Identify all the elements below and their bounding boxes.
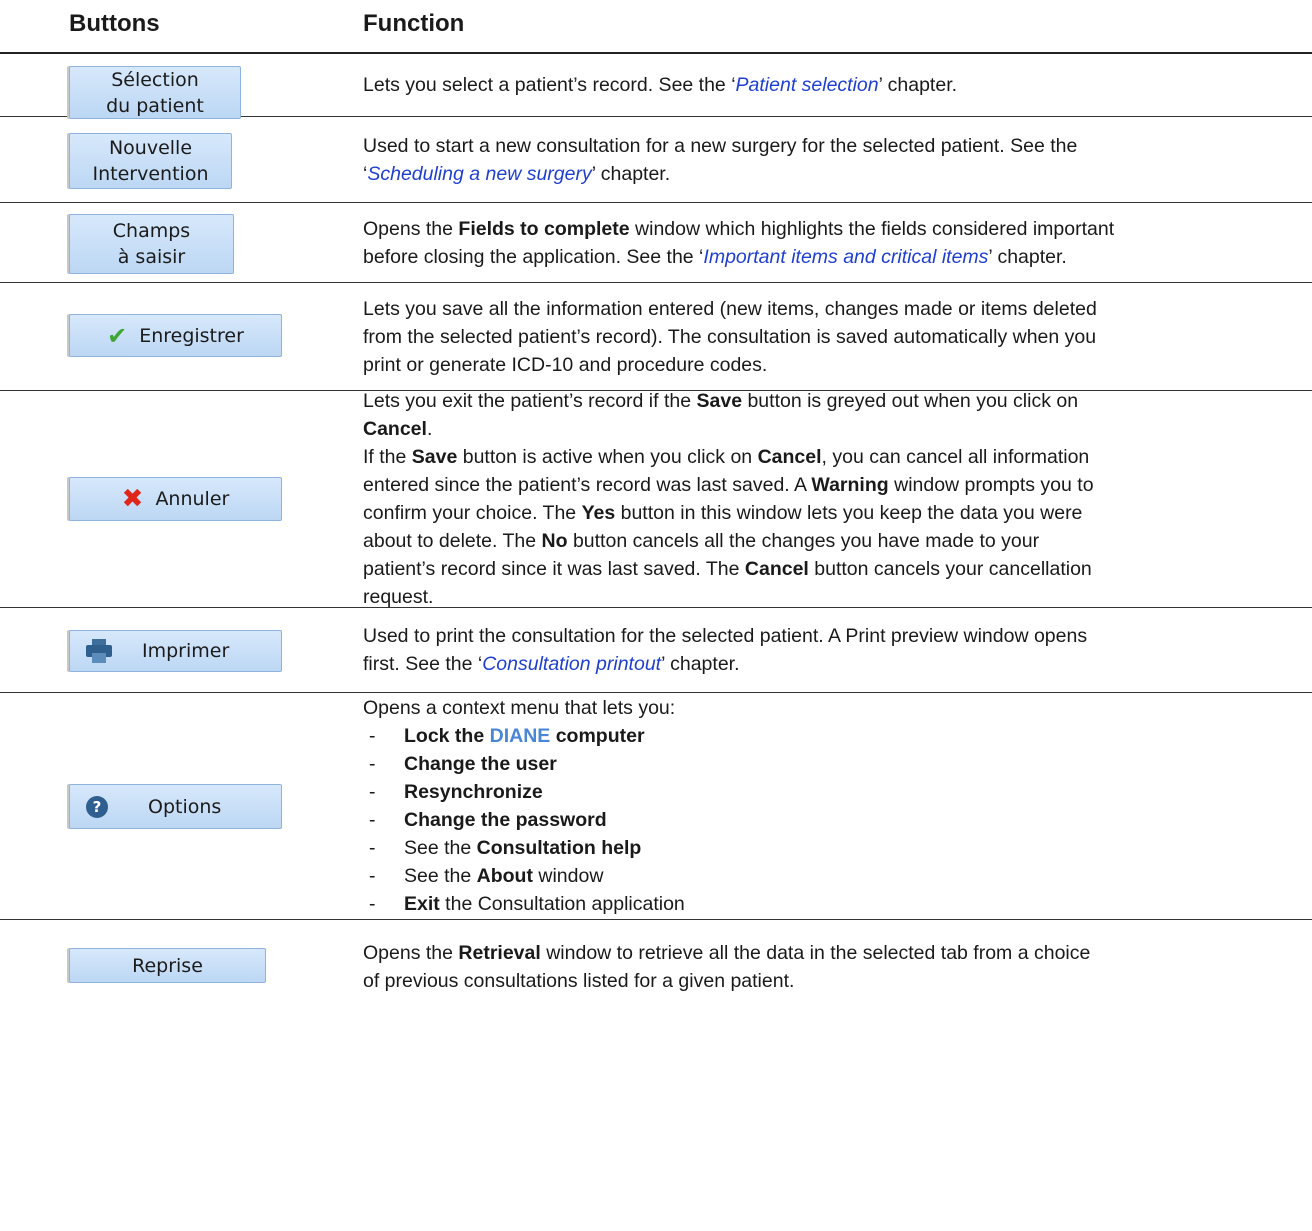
enregistrer-button[interactable]: ✔ Enregistrer [69, 314, 282, 357]
printer-icon [86, 639, 112, 663]
table-header: Buttons Function [0, 0, 1312, 54]
list-item: Change the password [363, 806, 1293, 834]
help-icon: ? [86, 795, 108, 818]
imprimer-button[interactable]: Imprimer [69, 630, 282, 672]
function-description: Opens the Retrieval window to retrieve a… [363, 942, 1091, 992]
link-consultation-printout[interactable]: Consultation printout [482, 653, 661, 675]
column-header-buttons: Buttons [69, 10, 160, 37]
function-description: Used to start a new consultation for a n… [363, 134, 1078, 185]
function-description: Lets you select a patient’s record. See … [363, 74, 958, 96]
check-icon: ✔ [107, 321, 128, 350]
column-header-function: Function [363, 10, 465, 37]
champs-a-saisir-button[interactable]: Champs à saisir [69, 214, 234, 274]
function-description: Lets you exit the patient’s record if th… [363, 390, 1094, 608]
nouvelle-intervention-button[interactable]: Nouvelle Intervention [69, 133, 232, 189]
function-description: Used to print the consultation for the s… [363, 625, 1088, 675]
annuler-button[interactable]: ✖ Annuler [69, 477, 282, 521]
function-description: Lets you save all the information entere… [363, 297, 1097, 376]
link-patient-selection[interactable]: Patient selection [736, 74, 879, 96]
table-row: Reprise Opens the Retrieval window to re… [0, 920, 1312, 1000]
table-row: Sélection du patient Lets you select a p… [0, 54, 1312, 119]
options-menu-list: Lock the DIANE computer Change the user … [363, 722, 1293, 918]
table-row: Imprimer Used to print the consultation … [0, 608, 1312, 693]
table-row: Nouvelle Intervention Used to start a ne… [0, 117, 1312, 203]
function-description: Opens a context menu that lets you: Lock… [363, 694, 1293, 918]
table-row: ? Options Opens a context menu that lets… [0, 693, 1312, 920]
list-item: See the Consultation help [363, 834, 1293, 862]
cross-icon: ✖ [121, 484, 144, 514]
table-row: Champs à saisir Opens the Fields to comp… [0, 203, 1312, 283]
table-row: ✔ Enregistrer Lets you save all the info… [0, 283, 1312, 391]
table-row: ✖ Annuler Lets you exit the patient’s re… [0, 390, 1312, 608]
list-item: Exit the Consultation application [363, 890, 1293, 918]
function-description: Opens the Fields to complete window whic… [363, 217, 1115, 268]
list-item: Lock the DIANE computer [363, 722, 1293, 750]
list-item: See the About window [363, 862, 1293, 890]
link-important-critical-items[interactable]: Important items and critical items [703, 246, 988, 268]
options-button[interactable]: ? Options [69, 784, 282, 829]
selection-patient-button[interactable]: Sélection du patient [69, 66, 241, 119]
reprise-button[interactable]: Reprise [69, 948, 266, 983]
link-scheduling-new-surgery[interactable]: Scheduling a new surgery [367, 163, 591, 185]
buttons-function-table: Buttons Function Sélection du patient Le… [0, 0, 1312, 1000]
list-item: Resynchronize [363, 778, 1293, 806]
list-item: Change the user [363, 750, 1293, 778]
